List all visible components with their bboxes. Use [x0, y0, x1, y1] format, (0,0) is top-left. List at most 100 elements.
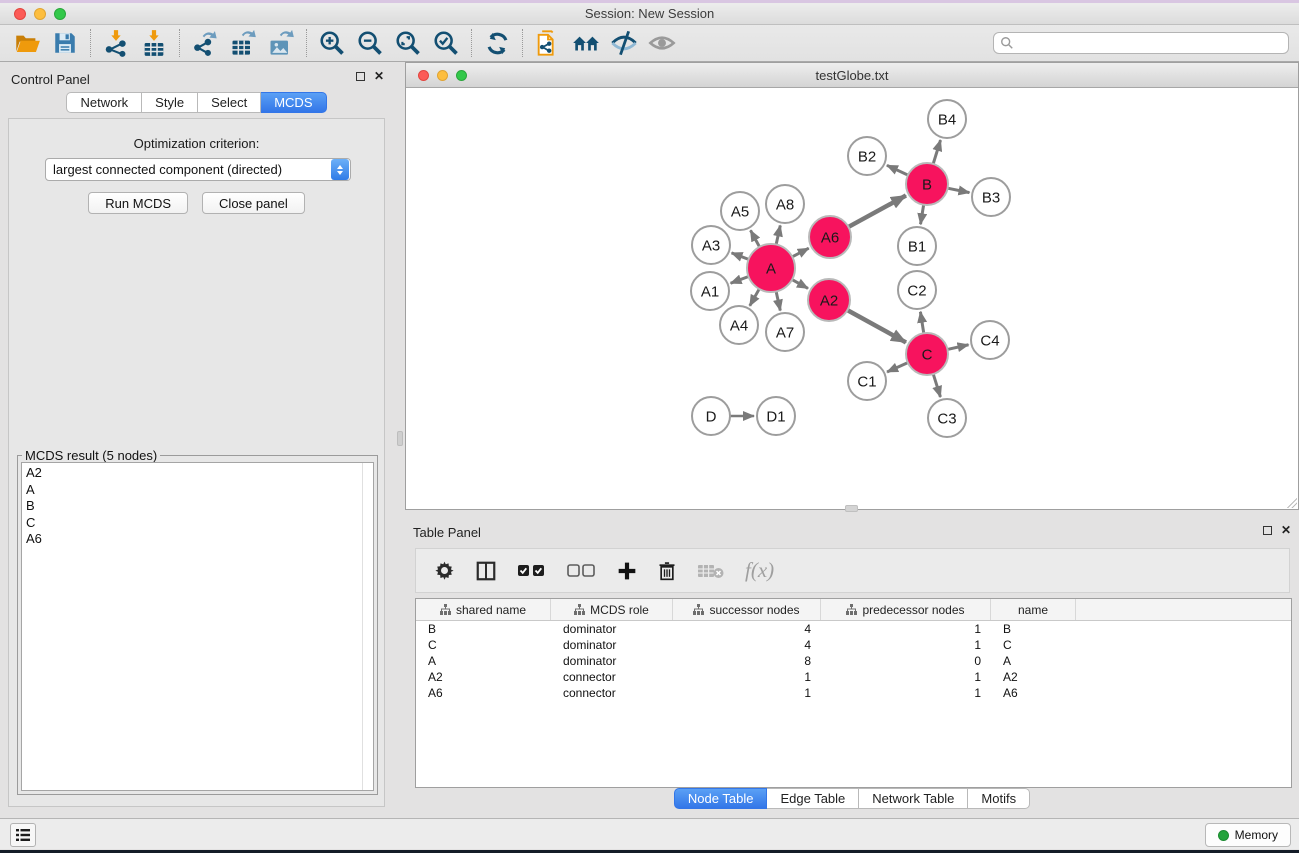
- tab-node-table[interactable]: Node Table: [674, 788, 768, 809]
- result-scrollbar[interactable]: [362, 463, 363, 790]
- table-toolbar: f(x): [415, 548, 1290, 593]
- mcds-result-item[interactable]: B: [26, 498, 373, 515]
- graph-edge-A-A6[interactable]: [792, 248, 809, 257]
- tab-style[interactable]: Style: [142, 92, 198, 113]
- table-row[interactable]: Bdominator41B: [416, 621, 1291, 637]
- close-table-panel-icon[interactable]: ✕: [1281, 526, 1291, 535]
- memory-button[interactable]: Memory: [1205, 823, 1291, 847]
- cell-name: A2: [991, 670, 1076, 684]
- zoom-fit-icon[interactable]: [389, 27, 427, 59]
- deselect-all-icon[interactable]: [567, 563, 597, 578]
- network-graph[interactable]: AA1A2A3A4A5A6A7A8BB1B2B3B4CC1C2C3C4DD1: [406, 88, 1298, 509]
- delete-column-icon[interactable]: [657, 561, 677, 581]
- open-file-icon[interactable]: [8, 27, 46, 59]
- graph-edge-C-C2[interactable]: [920, 312, 923, 334]
- graph-edge-A-A8[interactable]: [776, 225, 780, 244]
- graph-edge-A-A5[interactable]: [751, 230, 760, 247]
- refresh-icon[interactable]: [478, 27, 516, 59]
- add-column-icon[interactable]: [617, 561, 637, 581]
- graph-edge-C-C4[interactable]: [947, 345, 968, 350]
- graph-edge-A2-C[interactable]: [847, 310, 906, 342]
- column-header-mcds_role[interactable]: MCDS role: [551, 599, 673, 620]
- mcds-result-item[interactable]: A6: [26, 531, 373, 548]
- tab-network[interactable]: Network: [66, 92, 142, 113]
- cell-shared_name: A2: [416, 670, 551, 684]
- mcds-result-list[interactable]: A2ABCA6: [21, 462, 374, 791]
- cell-successor_nodes: 4: [673, 638, 821, 652]
- table-row[interactable]: Cdominator41C: [416, 637, 1291, 653]
- task-history-button[interactable]: [10, 823, 36, 847]
- network-canvas[interactable]: AA1A2A3A4A5A6A7A8BB1B2B3B4CC1C2C3C4DD1: [406, 88, 1298, 509]
- tab-mcds[interactable]: MCDS: [261, 92, 326, 113]
- graph-edge-B-B2[interactable]: [887, 165, 908, 175]
- hide-panels-icon[interactable]: [605, 27, 643, 59]
- export-image-icon[interactable]: [262, 27, 300, 59]
- cell-successor_nodes: 8: [673, 654, 821, 668]
- first-neighbors-icon[interactable]: [567, 27, 605, 59]
- graph-edge-B-B3[interactable]: [948, 188, 970, 192]
- table-row[interactable]: A6connector11A6: [416, 685, 1291, 701]
- search-input[interactable]: [1014, 34, 1288, 52]
- window-resize-grip[interactable]: [1285, 496, 1297, 508]
- show-panels-icon[interactable]: [643, 27, 681, 59]
- graph-edge-A6-B[interactable]: [848, 196, 906, 227]
- graph-edge-B-B1[interactable]: [921, 205, 924, 225]
- cell-shared_name: B: [416, 622, 551, 636]
- import-table-icon[interactable]: [135, 27, 173, 59]
- mcds-result-item[interactable]: C: [26, 515, 373, 532]
- table-panel-title: Table Panel: [413, 525, 481, 540]
- graph-edge-A-A4[interactable]: [750, 289, 759, 306]
- settings-gear-icon[interactable]: [434, 560, 455, 581]
- export-table-icon[interactable]: [224, 27, 262, 59]
- column-header-name[interactable]: name: [991, 599, 1076, 620]
- column-header-shared_name[interactable]: shared name: [416, 599, 551, 620]
- graph-edge-A-A7[interactable]: [776, 291, 780, 310]
- mcds-result-item[interactable]: A2: [26, 465, 373, 482]
- zoom-out-icon[interactable]: [351, 27, 389, 59]
- graph-node-label: A1: [701, 283, 719, 300]
- import-network-icon[interactable]: [97, 27, 135, 59]
- main-toolbar: [0, 25, 1299, 62]
- zoom-selected-icon[interactable]: [427, 27, 465, 59]
- cell-shared_name: A: [416, 654, 551, 668]
- session-title: Session: New Session: [0, 6, 1299, 21]
- column-header-predecessor_nodes[interactable]: predecessor nodes: [821, 599, 991, 620]
- column-layout-icon[interactable]: [475, 560, 497, 582]
- graph-edge-B-B4[interactable]: [933, 140, 940, 164]
- tab-select[interactable]: Select: [198, 92, 261, 113]
- new-network-from-selection-icon[interactable]: [529, 27, 567, 59]
- export-network-icon[interactable]: [186, 27, 224, 59]
- graph-edge-A-A1[interactable]: [731, 276, 749, 283]
- zoom-in-icon[interactable]: [313, 27, 351, 59]
- close-panel-button[interactable]: Close panel: [202, 192, 305, 214]
- horizontal-divider-handle[interactable]: [845, 505, 858, 512]
- graph-node-label: C1: [857, 373, 876, 390]
- node-table[interactable]: shared nameMCDS rolesuccessor nodesprede…: [415, 598, 1292, 788]
- column-header-successor_nodes[interactable]: successor nodes: [673, 599, 821, 620]
- save-session-icon[interactable]: [46, 27, 84, 59]
- graph-edge-A-A3[interactable]: [732, 253, 749, 260]
- mcds-tab-content: Optimization criterion: largest connecte…: [8, 118, 385, 807]
- table-row[interactable]: Adominator80A: [416, 653, 1291, 669]
- select-all-icon[interactable]: [517, 563, 547, 578]
- graph-node-label: A2: [820, 292, 838, 309]
- divider-handle[interactable]: [397, 431, 403, 446]
- toolbar-separator: [471, 29, 472, 57]
- float-table-panel-icon[interactable]: [1263, 526, 1272, 535]
- tab-network-table[interactable]: Network Table: [859, 788, 968, 809]
- cell-mcds_role: dominator: [551, 654, 673, 668]
- graph-edge-C-C1[interactable]: [887, 363, 908, 372]
- tab-edge-table[interactable]: Edge Table: [767, 788, 859, 809]
- table-header: shared nameMCDS rolesuccessor nodesprede…: [416, 599, 1291, 621]
- graph-edge-C-C3[interactable]: [933, 374, 940, 397]
- run-mcds-button[interactable]: Run MCDS: [88, 192, 188, 214]
- panel-divider[interactable]: [390, 62, 405, 810]
- optimization-criterion-select[interactable]: largest connected component (directed): [45, 158, 351, 181]
- tab-motifs[interactable]: Motifs: [968, 788, 1030, 809]
- mcds-result-item[interactable]: A: [26, 482, 373, 499]
- close-panel-icon[interactable]: ✕: [374, 72, 384, 81]
- float-panel-icon[interactable]: [356, 72, 365, 81]
- graph-edge-A-A2[interactable]: [792, 280, 808, 289]
- table-row[interactable]: A2connector11A2: [416, 669, 1291, 685]
- graph-node-label: B4: [938, 111, 956, 128]
